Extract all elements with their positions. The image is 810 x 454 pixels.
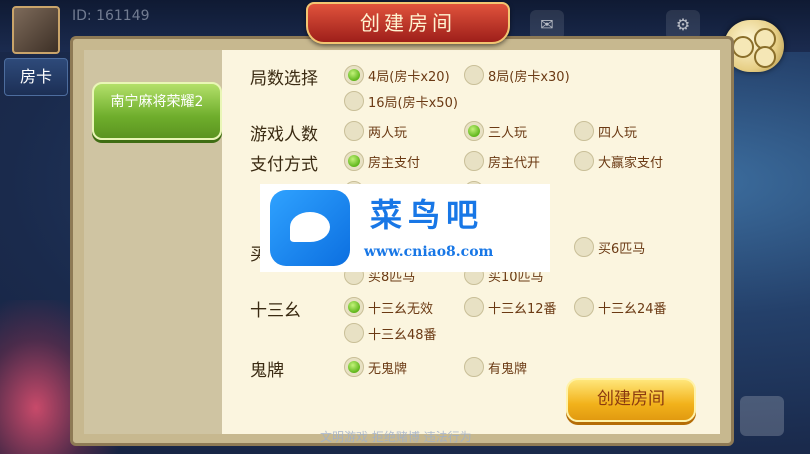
row-label-ghost: 鬼牌 <box>250 361 284 381</box>
radio-selected-icon <box>344 357 364 377</box>
option-payment-winner[interactable]: 大赢家支付 <box>574 150 663 172</box>
option-label: 有鬼牌 <box>488 361 528 377</box>
watermark-url: www.cniao8.com <box>364 244 494 260</box>
option-thirteen-48[interactable]: 十三幺48番 <box>344 322 437 344</box>
radio-icon <box>344 323 364 343</box>
radio-icon <box>574 121 594 141</box>
avatar[interactable] <box>12 6 60 54</box>
radio-icon <box>464 297 484 317</box>
row-label-players: 游戏人数 <box>250 125 318 145</box>
room-card-tab[interactable]: 房卡 <box>4 58 68 96</box>
option-label: 十三幺48番 <box>368 327 437 343</box>
option-label: 房主支付 <box>368 155 421 171</box>
option-ghost-none[interactable]: 无鬼牌 <box>344 356 407 378</box>
radio-selected-icon <box>464 121 484 141</box>
option-players-3[interactable]: 三人玩 <box>464 120 527 142</box>
option-thirteen-12[interactable]: 十三幺12番 <box>464 296 557 318</box>
radio-icon <box>574 237 594 257</box>
dot-icon <box>732 36 754 58</box>
option-rounds-4[interactable]: 4局(房卡x20) <box>344 64 450 86</box>
option-label: 十三幺12番 <box>488 301 557 317</box>
option-label: 8局(房卡x30) <box>488 69 570 85</box>
create-room-button[interactable]: 创建房间 <box>566 378 696 422</box>
option-payment-proxy[interactable]: 房主代开 <box>464 150 540 172</box>
option-label: 十三幺24番 <box>598 301 667 317</box>
dot-icon <box>754 46 776 68</box>
row-label-thirteen: 十三幺 <box>250 301 301 321</box>
option-label: 买6匹马 <box>598 241 646 257</box>
option-payment-host[interactable]: 房主支付 <box>344 150 420 172</box>
row-label-rounds: 局数选择 <box>250 69 318 89</box>
option-label: 4局(房卡x20) <box>368 69 450 85</box>
option-players-4[interactable]: 四人玩 <box>574 120 637 142</box>
user-id: ID: 161149 <box>72 8 150 24</box>
background-button <box>740 396 784 436</box>
option-rounds-8[interactable]: 8局(房卡x30) <box>464 64 570 86</box>
radio-icon <box>344 91 364 111</box>
radio-selected-icon <box>344 151 364 171</box>
radio-icon <box>574 297 594 317</box>
radio-icon <box>464 65 484 85</box>
option-thirteen-24[interactable]: 十三幺24番 <box>574 296 667 318</box>
option-label: 三人玩 <box>488 125 528 141</box>
radio-icon <box>574 151 594 171</box>
row-label-payment: 支付方式 <box>250 155 318 175</box>
option-ghost-yes[interactable]: 有鬼牌 <box>464 356 527 378</box>
radio-icon <box>344 121 364 141</box>
dialog-title: 创建房间 <box>306 2 510 44</box>
option-players-2[interactable]: 两人玩 <box>344 120 407 142</box>
radio-selected-icon <box>344 297 364 317</box>
footer-notice: 文明游戏 拒绝赌博 违法行为 <box>320 430 472 444</box>
option-label: 无鬼牌 <box>368 361 408 377</box>
radio-selected-icon <box>344 65 364 85</box>
option-label: 16局(房卡x50) <box>368 95 458 111</box>
option-label: 十三幺无效 <box>368 301 434 317</box>
radio-icon <box>464 357 484 377</box>
option-rounds-16[interactable]: 16局(房卡x50) <box>344 90 458 112</box>
game-tab-nanning[interactable]: 南宁麻将荣耀2 <box>92 82 222 140</box>
option-horse-6[interactable]: 买6匹马 <box>574 236 645 258</box>
watermark-title: 菜鸟吧 <box>370 196 485 234</box>
option-thirteen-none[interactable]: 十三幺无效 <box>344 296 433 318</box>
option-label: 大赢家支付 <box>598 155 664 171</box>
option-label: 房主代开 <box>488 155 541 171</box>
option-label: 四人玩 <box>598 125 638 141</box>
option-label: 两人玩 <box>368 125 408 141</box>
bird-icon <box>290 212 330 242</box>
radio-icon <box>464 151 484 171</box>
